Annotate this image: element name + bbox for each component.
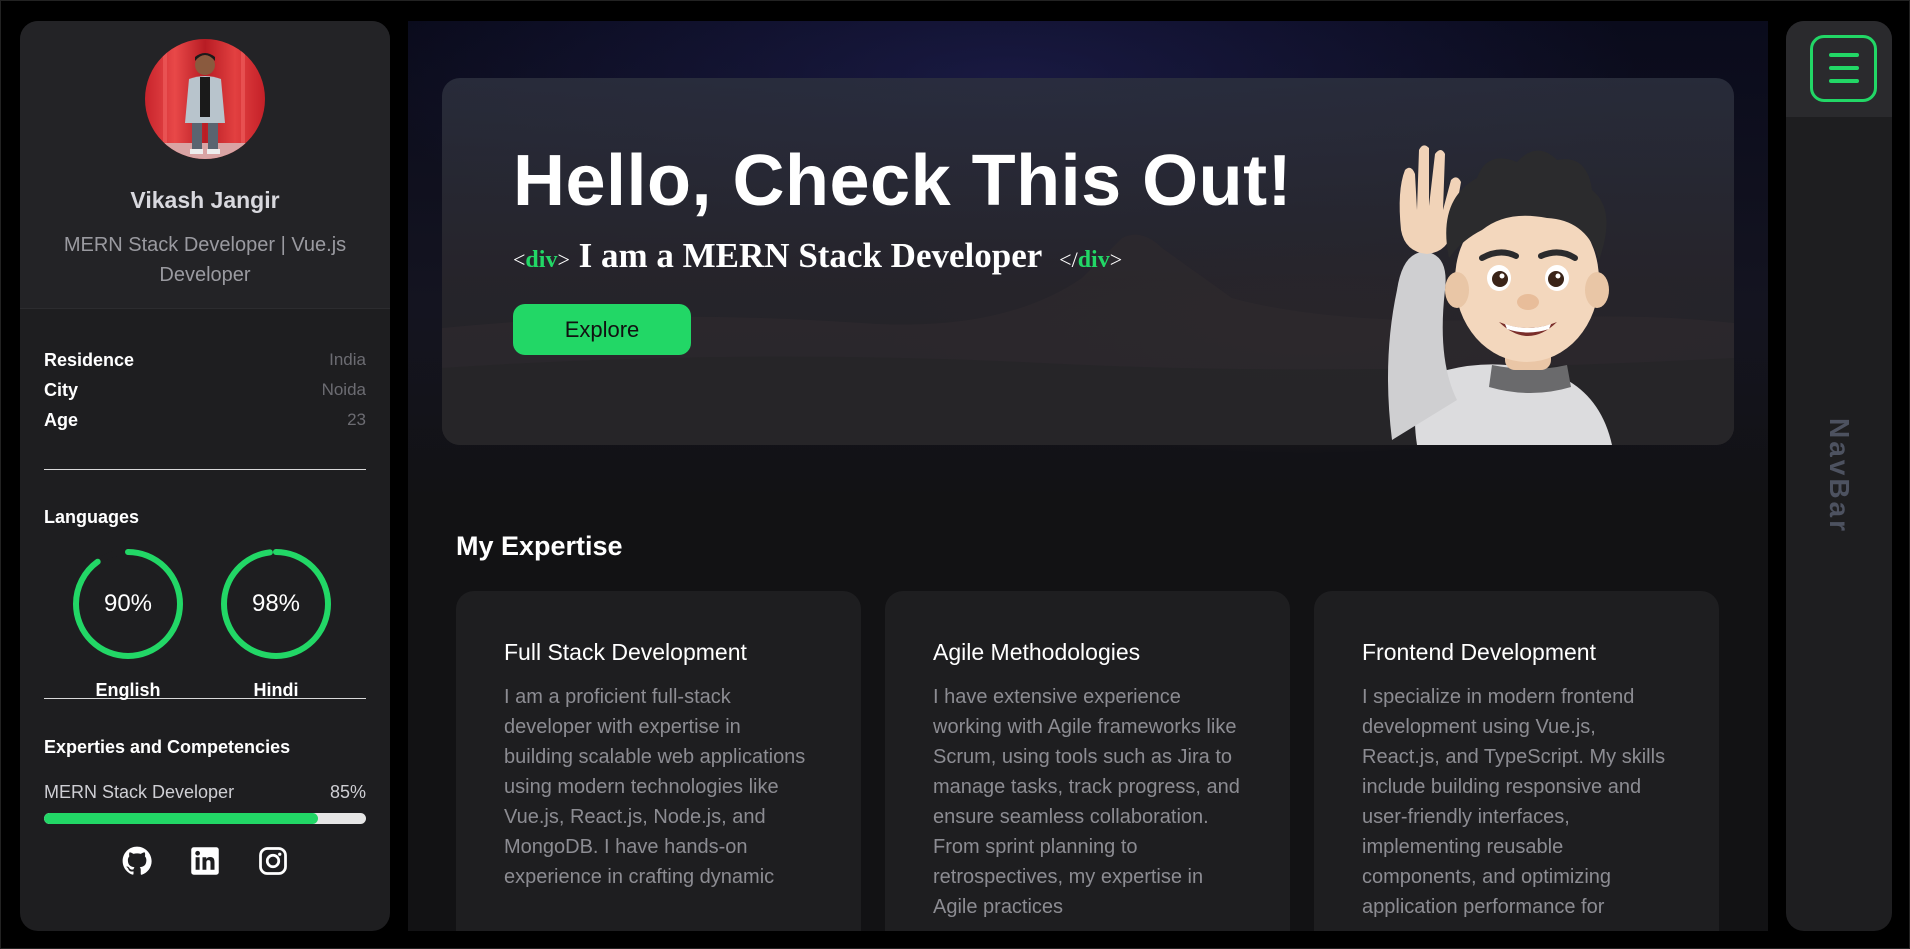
profile-sidebar: Vikash Jangir MERN Stack Developer | Vue… bbox=[20, 21, 390, 931]
card-title: Frontend Development bbox=[1362, 639, 1596, 665]
card-text: I specialize in modern frontend developm… bbox=[1362, 686, 1666, 918]
language-name: Hindi bbox=[253, 680, 299, 700]
progress-ring: 90% bbox=[72, 548, 184, 660]
progress-ring: 98% bbox=[220, 548, 332, 660]
expertise-title: My Expertise bbox=[456, 531, 623, 561]
card-text: I am a proficient full-stack developer w… bbox=[504, 686, 806, 888]
expertise-card: Frontend Development I specialize in mod… bbox=[1314, 591, 1719, 931]
card-text: I have extensive experience working with… bbox=[933, 686, 1240, 918]
skill-percent: 85% bbox=[329, 782, 366, 802]
social-links bbox=[20, 846, 390, 876]
card-title: Agile Methodologies bbox=[933, 639, 1141, 665]
skill-progress-fill bbox=[44, 813, 318, 824]
navbar: NavBar bbox=[1786, 21, 1892, 931]
skill-progress-bar bbox=[44, 813, 366, 824]
skill-item: MERN Stack Developer 85% bbox=[20, 758, 390, 824]
profile-header: Vikash Jangir MERN Stack Developer | Vue… bbox=[20, 21, 390, 309]
navbar-header bbox=[1786, 21, 1892, 117]
languages-list: 90% English 98% Hindi bbox=[20, 528, 390, 700]
explore-button[interactable]: Explore bbox=[513, 304, 691, 355]
hamburger-menu-icon[interactable] bbox=[1810, 35, 1877, 102]
hero-subtitle: <div> I am a MERN Stack Developer </div> bbox=[513, 236, 1122, 276]
info-row-age: Age 23 bbox=[44, 405, 366, 435]
github-icon[interactable] bbox=[122, 846, 152, 876]
info-label: Residence bbox=[44, 349, 135, 370]
language-name: English bbox=[95, 680, 161, 700]
skill-name: MERN Stack Developer bbox=[44, 782, 235, 802]
tag-name: div bbox=[1077, 247, 1110, 273]
info-value: India bbox=[329, 350, 366, 369]
memoji-illustration bbox=[1388, 145, 1612, 445]
info-list: Residence India City Noida Age 23 bbox=[20, 309, 390, 435]
info-label: City bbox=[44, 379, 79, 400]
language-hindi: 98% Hindi bbox=[220, 548, 332, 700]
info-row-residence: Residence India bbox=[44, 345, 366, 375]
hero-subtitle-text: I am a MERN Stack Developer bbox=[569, 236, 1051, 275]
skills-title: Experties and Competencies bbox=[44, 737, 291, 757]
expertise-section: My Expertise Full Stack Development I am… bbox=[408, 501, 1768, 931]
tag-name: div bbox=[525, 247, 558, 273]
profile-role: MERN Stack Developer | Vue.js Developer bbox=[63, 234, 347, 286]
profile-name: Vikash Jangir bbox=[130, 187, 280, 213]
hero-title: Hello, Check This Out! bbox=[513, 141, 1293, 221]
info-value: Noida bbox=[321, 380, 366, 399]
language-english: 90% English bbox=[72, 548, 184, 700]
avatar bbox=[145, 39, 265, 159]
instagram-icon[interactable] bbox=[258, 846, 288, 876]
info-label: Age bbox=[44, 409, 79, 430]
main-content: Hello, Check This Out! <div> I am a MERN… bbox=[408, 21, 1768, 931]
hero-card: Hello, Check This Out! <div> I am a MERN… bbox=[442, 78, 1734, 445]
info-row-city: City Noida bbox=[44, 375, 366, 405]
tag-bracket: </ bbox=[1059, 247, 1078, 272]
info-value: 23 bbox=[347, 410, 366, 429]
card-title: Full Stack Development bbox=[504, 639, 747, 665]
navbar-label: NavBar bbox=[1824, 417, 1855, 535]
tag-bracket: > bbox=[557, 247, 570, 272]
tag-bracket: > bbox=[1109, 247, 1123, 272]
expertise-card: Full Stack Development I am a proficient… bbox=[456, 591, 861, 931]
tag-bracket: < bbox=[513, 247, 526, 272]
language-percent: 90% bbox=[103, 590, 153, 617]
expertise-card: Agile Methodologies I have extensive exp… bbox=[885, 591, 1290, 931]
language-percent: 98% bbox=[251, 590, 301, 617]
languages-title: Languages bbox=[44, 507, 140, 527]
linkedin-icon[interactable] bbox=[190, 846, 220, 876]
